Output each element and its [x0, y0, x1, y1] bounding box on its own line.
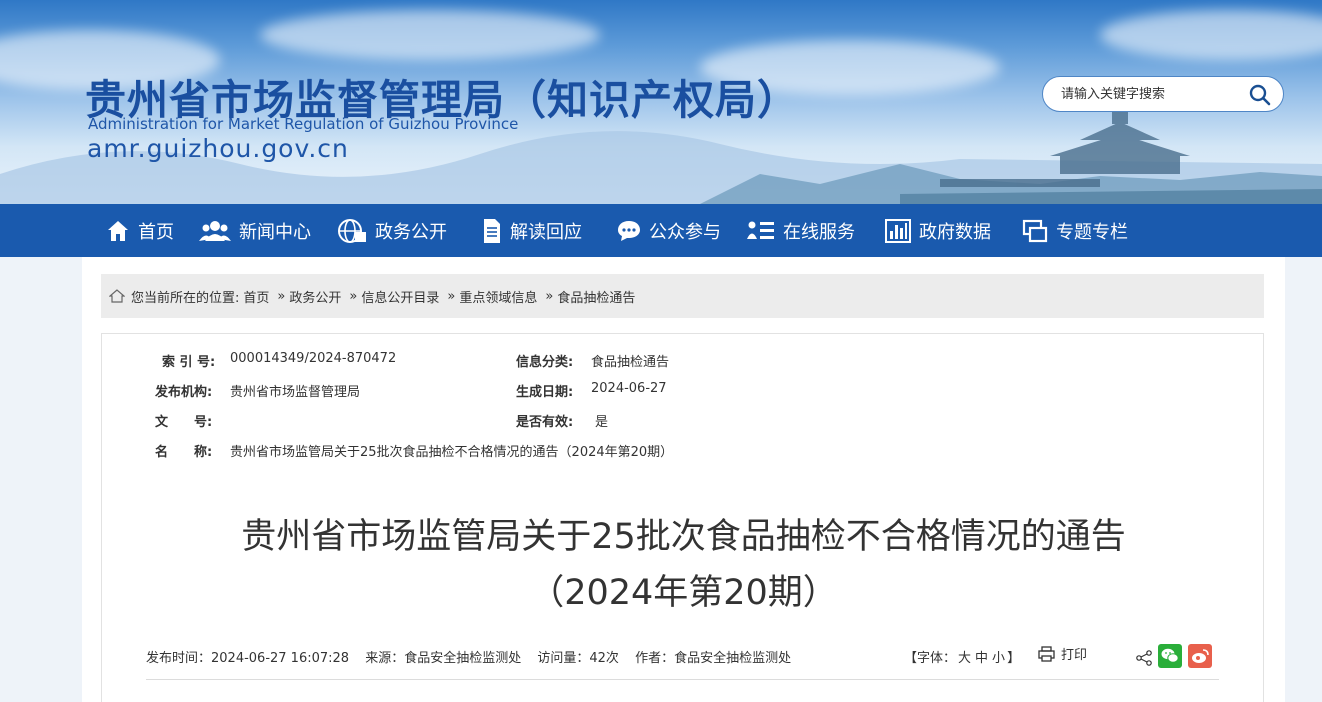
valid-value: 是: [595, 415, 609, 430]
breadcrumb: 您当前所在的位置: 首页 » 政务公开 » 信息公开目录 » 重点领域信息 » …: [101, 274, 1264, 318]
nav-label: 公众参与: [649, 221, 721, 243]
article-title-line2: （2024年第20期）: [529, 573, 838, 613]
nav-item-special-topics[interactable]: 专题专栏: [1022, 204, 1128, 257]
nav-label: 首页: [138, 221, 174, 243]
article-title-line1: 贵州省市场监管局关于25批次食品抽检不合格情况的通告: [241, 517, 1126, 557]
index-label: 索 引 号:: [162, 355, 216, 370]
date-label: 生成日期:: [516, 385, 574, 400]
breadcrumb-item-key-areas[interactable]: 重点领域信息: [459, 287, 537, 306]
font-size-medium[interactable]: 中: [975, 651, 988, 666]
name-label: 名 称:: [155, 445, 213, 460]
name-value: 贵州省市场监管局关于25批次食品抽检不合格情况的通告（2024年第20期）: [230, 445, 674, 460]
cloud-decoration: [1100, 10, 1322, 60]
date-value: 2024-06-27: [591, 381, 667, 396]
printer-icon: [1038, 645, 1055, 662]
breadcrumb-item-gov-affairs[interactable]: 政务公开: [289, 287, 341, 306]
nav-item-home[interactable]: 首页: [106, 204, 174, 257]
users-icon: [199, 220, 231, 241]
font-size-control: 【字体：大中小】: [904, 647, 1020, 666]
main-nav: 首页 新闻中心 政务公开 解读回应 公众参与 在线服务 政府数据 专题专栏: [0, 204, 1322, 257]
breadcrumb-prefix: 您当前所在的位置:: [131, 290, 240, 306]
weibo-icon: [1192, 649, 1209, 663]
breadcrumb-separator: »: [545, 288, 554, 304]
search-box: [1042, 76, 1284, 112]
search-input[interactable]: [1061, 84, 1241, 104]
site-subtitle-en: Administration for Market Regulation of …: [88, 115, 519, 133]
publisher-value: 贵州省市场监督管理局: [230, 385, 361, 400]
font-label-close: 】: [1007, 651, 1021, 666]
author: 作者：食品安全抽检监测处: [635, 651, 792, 666]
site-url: amr.guizhou.gov.cn: [87, 134, 349, 163]
breadcrumb-item-food-inspection[interactable]: 食品抽检通告: [557, 287, 635, 306]
breadcrumb-separator: »: [447, 288, 456, 304]
index-value: 000014349/2024-870472: [230, 351, 397, 366]
nav-item-news[interactable]: 新闻中心: [199, 204, 311, 257]
font-label-open: 【字体：: [904, 651, 957, 666]
source: 来源：食品安全抽检监测处: [365, 651, 522, 666]
nav-label: 新闻中心: [239, 221, 311, 243]
nav-item-gov-data[interactable]: 政府数据: [885, 204, 991, 257]
search-icon[interactable]: [1249, 84, 1271, 106]
docno-label: 文 号:: [155, 415, 213, 430]
nav-label: 解读回应: [510, 221, 582, 243]
home-icon: [108, 220, 128, 241]
nav-label: 在线服务: [783, 221, 855, 243]
visit-count: 访问量：42次: [537, 651, 619, 666]
header-banner: 贵州省市场监督管理局（知识产权局） Administration for Mar…: [0, 0, 1322, 204]
document-icon: [484, 218, 500, 243]
article-info-bar: 发布时间：2024-06-27 16:07:28 来源：食品安全抽检监测处 访问…: [146, 647, 803, 666]
breadcrumb-item-catalog[interactable]: 信息公开目录: [361, 287, 439, 306]
wechat-icon: [1161, 648, 1179, 663]
windows-icon: [1022, 219, 1048, 242]
cloud-decoration: [260, 10, 600, 60]
category-value: 食品抽检通告: [591, 355, 670, 370]
valid-label: 是否有效:: [516, 415, 574, 430]
breadcrumb-separator: »: [349, 288, 358, 304]
breadcrumb-separator: »: [277, 288, 286, 304]
publisher-label: 发布机构:: [155, 385, 213, 400]
nav-label: 专题专栏: [1056, 221, 1128, 243]
info-divider: [146, 679, 1219, 680]
bar-chart-icon: [885, 218, 911, 243]
nav-label: 政务公开: [375, 221, 447, 243]
font-size-small[interactable]: 小: [992, 651, 1005, 666]
nav-item-participation[interactable]: 公众参与: [617, 204, 721, 257]
nav-item-interpretation[interactable]: 解读回应: [482, 204, 582, 257]
wechat-share-button[interactable]: [1158, 644, 1182, 668]
category-label: 信息分类:: [516, 355, 574, 370]
article: 索 引 号: 000014349/2024-870472 信息分类: 食品抽检通…: [101, 333, 1264, 702]
nav-label: 政府数据: [919, 221, 991, 243]
globe-icon: [338, 218, 366, 243]
list-icon: [747, 221, 774, 239]
print-label: 打印: [1061, 648, 1088, 663]
weibo-share-button[interactable]: [1188, 644, 1212, 668]
print-button[interactable]: 打印: [1038, 644, 1087, 663]
nav-item-online-service[interactable]: 在线服务: [747, 204, 855, 257]
share-icon[interactable]: [1136, 650, 1152, 666]
home-icon: [109, 289, 125, 303]
breadcrumb-item-home[interactable]: 首页: [243, 287, 269, 306]
content-panel: 您当前所在的位置: 首页 » 政务公开 » 信息公开目录 » 重点领域信息 » …: [82, 257, 1285, 702]
chat-icon: [618, 220, 640, 241]
nav-item-gov-affairs[interactable]: 政务公开: [337, 204, 447, 257]
font-size-large[interactable]: 大: [958, 651, 971, 666]
publish-time: 发布时间：2024-06-27 16:07:28: [146, 651, 350, 666]
